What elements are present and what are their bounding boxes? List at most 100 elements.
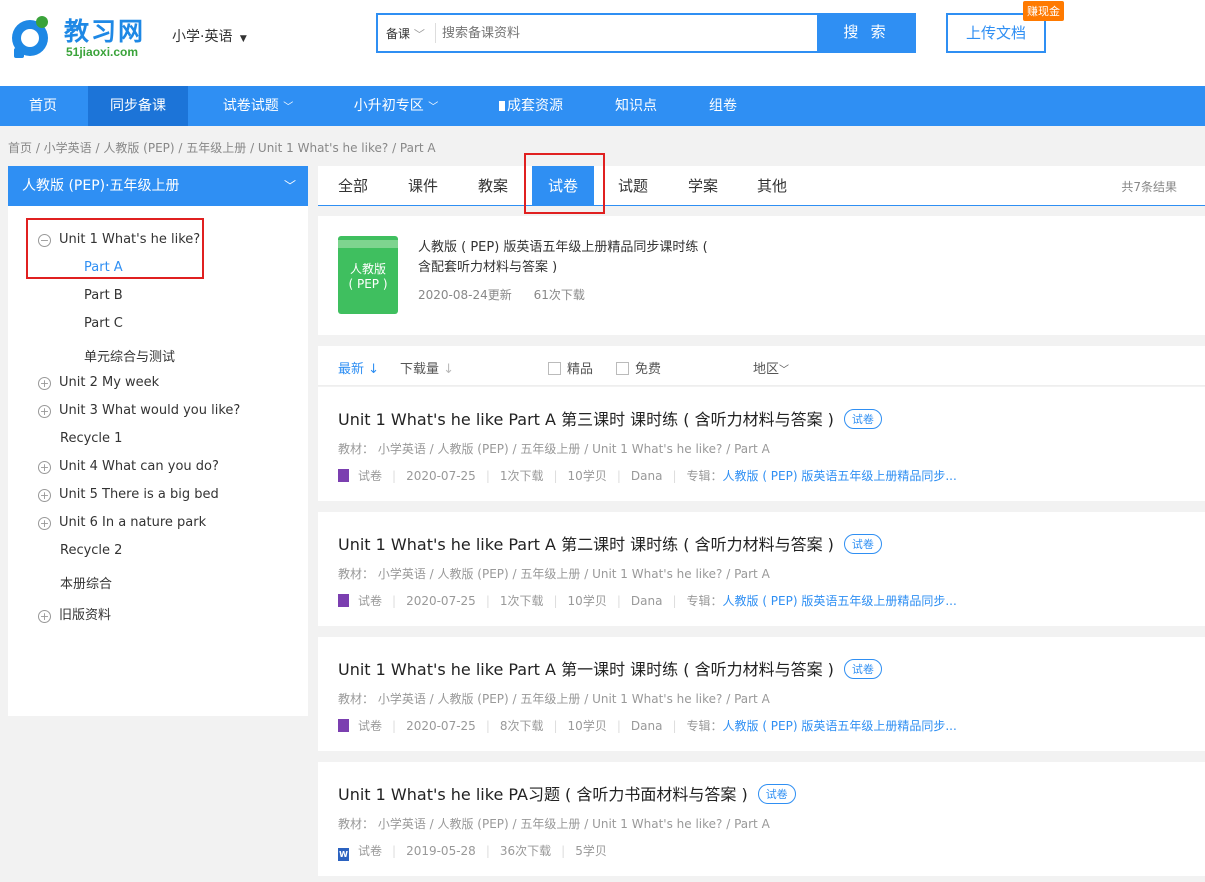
tree-item-recycle1[interactable]: Recycle 1 — [60, 431, 122, 446]
result-price: 5学贝 — [575, 844, 607, 858]
nav-item-resource-sets[interactable]: 成套资源 — [484, 86, 578, 126]
subject-selector[interactable]: 小学·英语 ▼ — [172, 26, 247, 46]
expand-icon[interactable]: + — [38, 610, 51, 623]
chevron-down-icon: ﹀ — [283, 179, 296, 193]
nav-item-knowledge-points[interactable]: 知识点 — [604, 86, 668, 126]
result-path: 教材： 小学英语 / 人教版 (PEP) / 五年级上册 / Unit 1 Wh… — [338, 817, 770, 831]
album-cover[interactable]: 人教版 ( PEP ) — [338, 236, 398, 314]
breadcrumb[interactable]: 首页 / 小学英语 / 人教版 (PEP) / 五年级上册 / Unit 1 W… — [8, 139, 436, 156]
tree-item-label: 本册综合 — [60, 577, 113, 592]
tree-item-unit6[interactable]: + Unit 6 In a nature park — [38, 515, 206, 530]
album-link[interactable]: 人教版 ( PEP) 版英语五年级上册精品同步... — [723, 719, 957, 733]
album-date: 2020-08-24更新 — [418, 288, 512, 302]
album-label: 专辑： — [686, 719, 723, 733]
result-meta: W 试卷 | 2019-05-28 | 36次下载 | 5学贝 — [338, 844, 607, 861]
result-card[interactable]: Unit 1 What's he like Part A 第三课时 课时练 ( … — [318, 387, 1205, 501]
search-box: 备课 ﹀ — [376, 13, 817, 53]
chevron-down-icon: ﹀ — [428, 102, 439, 113]
result-title-text: Unit 1 What's he like Part A 第三课时 课时练 ( … — [338, 410, 834, 429]
result-author[interactable]: Dana — [631, 469, 663, 483]
tree-item-recycle2[interactable]: Recycle 2 — [60, 543, 122, 558]
expand-icon[interactable]: + — [38, 377, 51, 390]
sort-latest-label: 最新 — [338, 362, 365, 377]
expand-icon[interactable]: + — [38, 461, 51, 474]
album-link[interactable]: 人教版 ( PEP) 版英语五年级上册精品同步... — [723, 469, 957, 483]
nav-item-home[interactable]: 首页 — [10, 86, 76, 126]
filter-free[interactable]: 免费 — [616, 358, 661, 377]
main-nav: 首页 同步备课 试卷试题 ﹀ 小升初专区 ﹀ 成套资源 知识点 组卷 — [0, 86, 1205, 126]
expand-icon[interactable]: + — [38, 517, 51, 530]
tab-all[interactable]: 全部 — [323, 166, 383, 206]
search-button[interactable]: 搜 索 — [817, 13, 916, 53]
result-title[interactable]: Unit 1 What's he like Part A 第二课时 课时练 ( … — [338, 531, 882, 555]
nav-item-compose-paper[interactable]: 组卷 — [698, 86, 748, 126]
tree-item-book-review[interactable]: 本册综合 — [60, 573, 112, 592]
tab-label: 教案 — [477, 177, 508, 195]
expand-icon[interactable]: + — [38, 489, 51, 502]
result-card[interactable]: Unit 1 What's he like PA习题 ( 含听力书面材料与答案 … — [318, 762, 1205, 876]
filter-free-label: 免费 — [635, 362, 662, 377]
tab-courseware[interactable]: 课件 — [393, 166, 453, 206]
nav-item-sync-lessons[interactable]: 同步备课 — [88, 86, 188, 126]
sort-latest[interactable]: 最新 ↓ — [338, 358, 379, 377]
result-card[interactable]: Unit 1 What's he like Part A 第二课时 课时练 ( … — [318, 512, 1205, 626]
result-date: 2020-07-25 — [406, 469, 476, 483]
premium-checkbox[interactable] — [548, 362, 561, 375]
nav-item-graduation-zone[interactable]: 小升初专区 ﹀ — [340, 86, 452, 126]
search-divider — [435, 23, 436, 43]
breadcrumb-text: 首页 / 小学英语 / 人教版 (PEP) / 五年级上册 / Unit 1 W… — [8, 141, 436, 155]
tab-study-guides[interactable]: 学案 — [673, 166, 733, 206]
tree-item-part-c[interactable]: Part C — [84, 316, 123, 331]
result-author[interactable]: Dana — [631, 719, 663, 733]
type-tag: 试卷 — [843, 409, 882, 429]
logo-name[interactable]: 教习网 — [64, 12, 145, 48]
tree-item-part-b[interactable]: Part B — [84, 288, 123, 303]
tree-item-unit3[interactable]: + Unit 3 What would you like? — [38, 403, 240, 418]
featured-album[interactable]: 人教版 ( PEP ) 人教版 ( PEP) 版英语五年级上册精品同步课时练 (… — [318, 216, 1205, 335]
result-title[interactable]: Unit 1 What's he like PA习题 ( 含听力书面材料与答案 … — [338, 781, 796, 805]
tab-label: 其他 — [756, 177, 787, 195]
sort-downloads[interactable]: 下载量 ↓ — [400, 358, 454, 377]
free-checkbox[interactable] — [616, 362, 629, 375]
sidebar-heading[interactable]: 人教版 (PEP)·五年级上册 ﹀ — [8, 166, 308, 206]
tree-item-unit2[interactable]: + Unit 2 My week — [38, 375, 159, 390]
result-author[interactable]: Dana — [631, 594, 663, 608]
chevron-down-icon: ﹀ — [413, 28, 425, 41]
filter-region[interactable]: 地区﹀ — [753, 358, 789, 377]
tab-label: 学案 — [687, 177, 718, 195]
search-input[interactable] — [442, 20, 802, 46]
filter-region-label: 地区 — [753, 362, 780, 377]
tree-item-label: Unit 5 There is a big bed — [59, 487, 219, 502]
album-title[interactable]: 人教版 ( PEP) 版英语五年级上册精品同步课时练 ( 含配套听力材料与答案 … — [418, 238, 718, 278]
tree-item-unit5[interactable]: + Unit 5 There is a big bed — [38, 487, 219, 502]
type-tag: 试卷 — [843, 534, 882, 554]
result-title[interactable]: Unit 1 What's he like Part A 第一课时 课时练 ( … — [338, 656, 882, 680]
nav-item-label: 知识点 — [615, 98, 657, 114]
tree-item-unit-test[interactable]: 单元综合与测试 — [84, 346, 175, 365]
tab-other[interactable]: 其他 — [742, 166, 802, 206]
filter-premium[interactable]: 精品 — [548, 358, 593, 377]
logo-icon[interactable] — [8, 12, 56, 60]
result-type: 试卷 — [358, 594, 383, 608]
album-link[interactable]: 人教版 ( PEP) 版英语五年级上册精品同步... — [723, 594, 957, 608]
purple-doc-icon — [338, 719, 349, 732]
nav-item-label: 成套资源 — [507, 98, 563, 114]
result-meta: 试卷 | 2020-07-25 | 1次下载 | 10学贝 | Dana | 专辑：人教版 ( PE… — [338, 467, 957, 484]
result-price: 10学贝 — [567, 594, 607, 608]
result-meta: 试卷 | 2020-07-25 | 8次下载 | 10学贝 | Dana | 专辑：人教版 ( PE… — [338, 717, 957, 734]
tree-item-label: Unit 2 My week — [59, 375, 160, 390]
word-doc-icon: W — [338, 848, 349, 861]
tree-item-label: Recycle 1 — [60, 431, 123, 446]
tab-lesson-plans[interactable]: 教案 — [463, 166, 523, 206]
nav-item-exams[interactable]: 试卷试题 ﹀ — [206, 86, 310, 126]
tree-item-unit4[interactable]: + Unit 4 What can you do? — [38, 459, 219, 474]
result-meta: 试卷 | 2020-07-25 | 1次下载 | 10学贝 | Dana | 专辑：人教版 ( PE… — [338, 592, 957, 609]
result-title[interactable]: Unit 1 What's he like Part A 第三课时 课时练 ( … — [338, 406, 882, 430]
expand-icon[interactable]: + — [38, 405, 51, 418]
result-card[interactable]: Unit 1 What's he like Part A 第一课时 课时练 ( … — [318, 637, 1205, 751]
search-type-dropdown[interactable]: 备课 ﹀ — [386, 25, 425, 42]
result-date: 2020-07-25 — [406, 719, 476, 733]
tree-item-old-materials[interactable]: + 旧版资料 — [38, 604, 111, 623]
tab-questions[interactable]: 试题 — [603, 166, 663, 206]
subject-selector-label: 小学·英语 — [172, 29, 233, 45]
